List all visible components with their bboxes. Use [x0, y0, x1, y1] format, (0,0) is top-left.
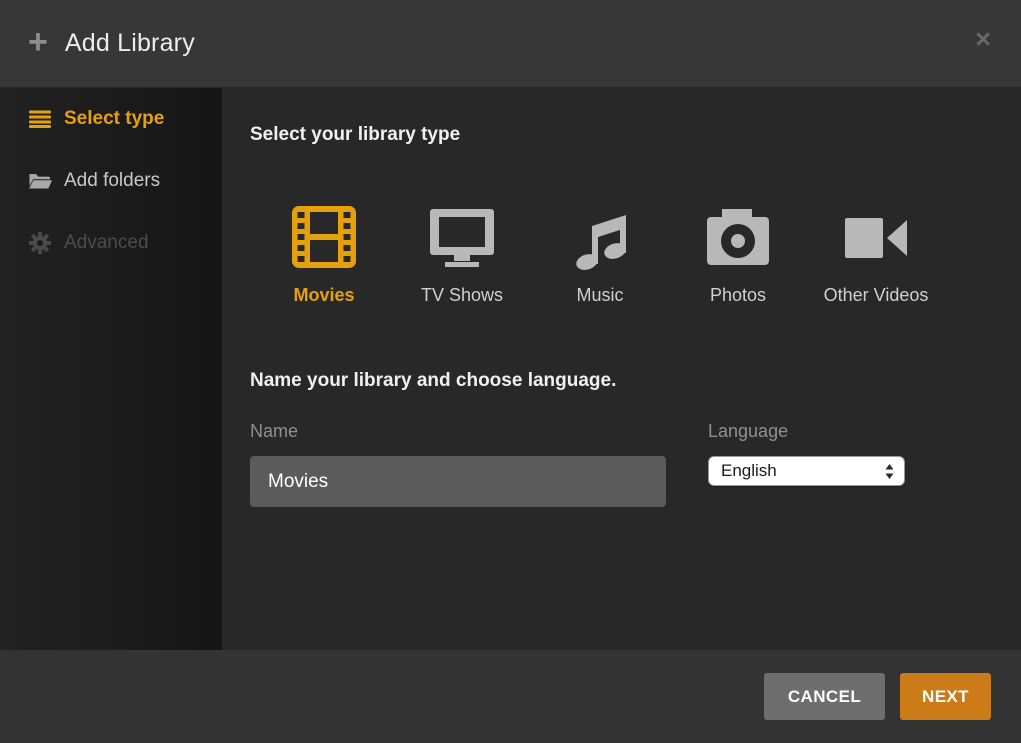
music-note-icon: [568, 203, 632, 271]
close-icon[interactable]: ×: [975, 26, 991, 53]
dialog-footer: CANCEL NEXT: [0, 650, 1021, 743]
language-selected-value: English: [721, 461, 884, 481]
name-section-heading: Name your library and choose language.: [250, 368, 1021, 393]
library-type-label: Music: [576, 285, 623, 306]
dialog-header: + Add Library ×: [0, 0, 1021, 88]
type-section-heading: Select your library type: [250, 122, 1021, 147]
library-type-other-videos[interactable]: Other Videos: [826, 203, 926, 306]
library-type-movies[interactable]: Movies: [274, 203, 374, 306]
gear-icon: [28, 232, 52, 254]
name-field-group: Name: [250, 419, 666, 507]
list-icon: [28, 110, 52, 128]
sidebar-item-label: Select type: [64, 108, 164, 130]
select-arrows-icon: [884, 463, 895, 480]
video-camera-icon: [842, 203, 910, 271]
library-type-photos[interactable]: Photos: [688, 203, 788, 306]
library-type-label: Other Videos: [824, 285, 929, 306]
dialog-body: Select type Add folders: [0, 88, 1021, 650]
main-panel: Select your library type: [222, 88, 1021, 650]
film-icon: [289, 203, 359, 271]
cancel-button[interactable]: CANCEL: [764, 673, 885, 720]
language-field-group: Language English: [708, 419, 905, 507]
next-button[interactable]: NEXT: [900, 673, 991, 720]
library-type-label: Photos: [710, 285, 766, 306]
tv-icon: [428, 203, 496, 271]
library-type-label: Movies: [293, 285, 354, 306]
steps-sidebar: Select type Add folders: [0, 88, 222, 650]
library-type-row: Movies TV Shows: [274, 203, 1021, 306]
sidebar-item-select-type[interactable]: Select type: [0, 88, 222, 150]
library-type-tv-shows[interactable]: TV Shows: [412, 203, 512, 306]
library-type-label: TV Shows: [421, 285, 503, 306]
sidebar-item-advanced[interactable]: Advanced: [0, 212, 222, 274]
library-type-music[interactable]: Music: [550, 203, 650, 306]
dialog-title: Add Library: [65, 29, 195, 58]
plus-icon: +: [28, 25, 48, 59]
sidebar-item-label: Add folders: [64, 170, 160, 192]
name-language-form: Name Language English: [250, 419, 1021, 507]
camera-icon: [706, 203, 770, 271]
language-label: Language: [708, 419, 905, 443]
folder-open-icon: [28, 171, 52, 191]
library-name-input[interactable]: [250, 456, 666, 507]
language-select[interactable]: English: [708, 456, 905, 486]
sidebar-item-add-folders[interactable]: Add folders: [0, 150, 222, 212]
sidebar-item-label: Advanced: [64, 232, 149, 254]
name-label: Name: [250, 419, 666, 443]
add-library-dialog: + Add Library × Select type: [0, 0, 1021, 743]
